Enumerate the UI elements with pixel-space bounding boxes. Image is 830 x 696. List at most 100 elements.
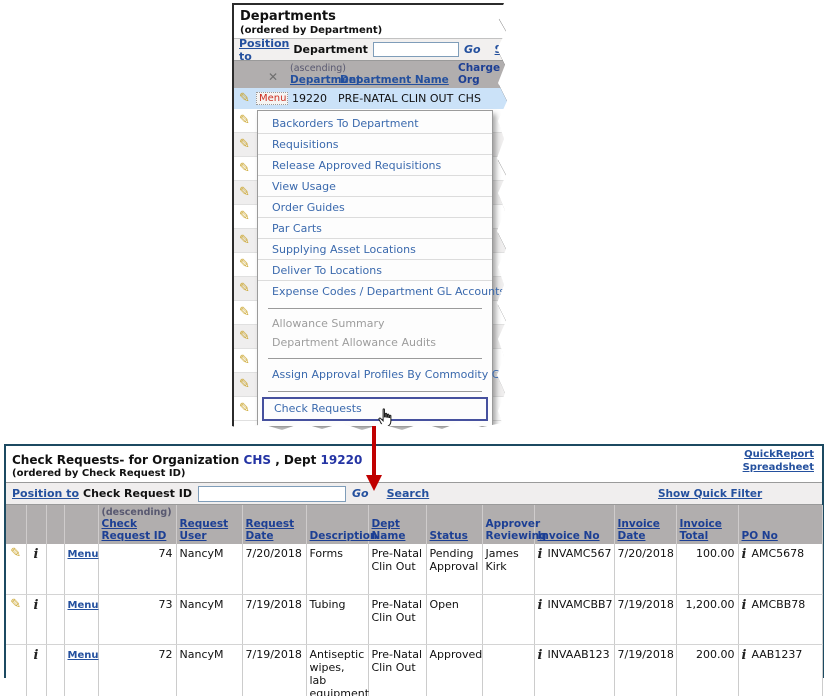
close-column-icon[interactable]: ✕ [268, 70, 278, 84]
row-menu-link[interactable]: Menu [68, 600, 99, 611]
department-context-menu: Backorders To Department Requisitions Re… [257, 110, 493, 427]
column-header-invoice-total[interactable]: Invoice Total [676, 505, 738, 544]
edit-pencil-icon[interactable]: ✎ [239, 114, 250, 127]
menu-item-order-guides[interactable]: Order Guides [258, 197, 492, 218]
info-icon[interactable]: i [538, 598, 543, 613]
position-to-link[interactable]: Position to [239, 37, 289, 63]
edit-pencil-icon[interactable]: ✎ [10, 597, 21, 612]
search-link[interactable]: Search [495, 43, 538, 56]
request-user-cell: NancyM [176, 544, 242, 594]
edit-pencil-icon[interactable]: ✎ [239, 186, 250, 199]
column-header-status[interactable]: Status [426, 505, 482, 544]
menu-item-release-approved-requisitions[interactable]: Release Approved Requisitions [258, 155, 492, 176]
show-quick-filter-link[interactable]: Show Quick Filter [658, 488, 762, 500]
selected-department-row[interactable]: ✎ Menu 19220 PRE-NATAL CLIN OUT CHS [234, 88, 513, 109]
edit-pencil-icon[interactable]: ✎ [239, 282, 250, 295]
column-header-department[interactable]: Department [290, 74, 340, 86]
sort-order-note: (ascending) [290, 63, 340, 74]
column-header-dept-name[interactable]: Dept Name [368, 505, 426, 544]
menu-cell[interactable]: Menu [64, 644, 98, 696]
info-icon[interactable]: i [538, 648, 543, 663]
edit-pencil-icon[interactable]: ✎ [239, 210, 250, 223]
invoice-no-cell: iINVAAB123 [534, 644, 614, 696]
edit-pencil-icon[interactable]: ✎ [10, 546, 21, 561]
info-icon[interactable]: i [742, 547, 747, 562]
info-icon[interactable]: i [34, 648, 39, 663]
menu-item-check-requests-label: Check Requests [274, 402, 362, 415]
menu-item-supplying-asset-locations[interactable]: Supplying Asset Locations [258, 239, 492, 260]
column-header-request-user[interactable]: Request User [176, 505, 242, 544]
po-no-header-link[interactable]: PO No [742, 530, 778, 542]
edit-pencil-icon[interactable]: ✎ [239, 162, 250, 175]
edit-pencil-icon[interactable]: ✎ [239, 402, 250, 415]
row-menu-link[interactable]: Menu [68, 650, 99, 661]
menu-item-department-allowance-audits: Department Allowance Audits [258, 333, 492, 352]
check-request-id-header-link[interactable]: Check Request ID [102, 518, 167, 542]
menu-item-backorders[interactable]: Backorders To Department [258, 113, 492, 134]
go-link[interactable]: Go [352, 487, 369, 500]
edit-pencil-icon[interactable]: ✎ [239, 138, 250, 151]
info-icon[interactable]: i [34, 547, 39, 562]
check-request-id-cell: 74 [98, 544, 176, 594]
check-request-id-input[interactable] [198, 486, 346, 502]
info-icon[interactable]: i [742, 598, 747, 613]
menu-cell[interactable]: Menu [64, 544, 98, 594]
edit-cell[interactable]: ✎ [6, 594, 26, 644]
request-date-cell: 7/20/2018 [242, 544, 306, 594]
position-to-input[interactable] [373, 42, 459, 57]
position-to-link[interactable]: Position to [12, 487, 79, 500]
menu-item-requisitions[interactable]: Requisitions [258, 134, 492, 155]
search-link[interactable]: Search [387, 487, 430, 500]
column-header-invoice-date[interactable]: Invoice Date [614, 505, 676, 544]
request-date-header-link[interactable]: Request Date [246, 518, 295, 542]
dept-name-header-link[interactable]: Dept Name [372, 518, 406, 542]
info-cell[interactable]: i [26, 594, 46, 644]
invoice-date-header-link[interactable]: Invoice Date [618, 518, 660, 542]
row-menu-link[interactable]: Menu [68, 549, 99, 560]
edit-pencil-icon[interactable]: ✎ [239, 354, 250, 367]
invoice-no-header-link[interactable]: Invoice No [538, 530, 600, 542]
departments-title: Departments [240, 9, 336, 24]
column-header-request-date[interactable]: Request Date [242, 505, 306, 544]
menu-item-assign-approval-profiles[interactable]: Assign Approval Profiles By Commodity Co… [258, 364, 492, 385]
column-header-po-no[interactable]: PO No [738, 505, 822, 544]
edit-pencil-icon[interactable]: ✎ [239, 330, 250, 343]
info-icon[interactable]: i [742, 648, 747, 663]
edit-cell[interactable]: ✎ [6, 544, 26, 594]
edit-pencil-icon[interactable]: ✎ [239, 234, 250, 247]
edit-pencil-icon[interactable]: ✎ [239, 92, 256, 105]
column-header-check-request-id[interactable]: (descending) Check Request ID [98, 505, 176, 544]
info-cell[interactable]: i [26, 644, 46, 696]
edit-column-header [234, 61, 256, 88]
column-header-department-name[interactable]: Department Name [340, 74, 458, 86]
table-row: i Menu 72 NancyM 7/19/2018 Antiseptic wi… [6, 644, 822, 696]
menu-item-view-usage[interactable]: View Usage [258, 176, 492, 197]
menu-item-deliver-to-locations[interactable]: Deliver To Locations [258, 260, 492, 281]
quickreport-link[interactable]: QuickReport [743, 448, 814, 461]
edit-pencil-icon[interactable]: ✎ [239, 258, 250, 271]
info-cell[interactable]: i [26, 544, 46, 594]
row-menu-button[interactable]: Menu [256, 92, 288, 105]
status-header-link[interactable]: Status [430, 530, 468, 542]
request-user-header-link[interactable]: Request User [180, 518, 229, 542]
edit-pencil-icon[interactable]: ✎ [239, 306, 250, 319]
check-request-id-cell: 73 [98, 594, 176, 644]
info-icon[interactable]: i [538, 547, 543, 562]
menu-item-par-carts[interactable]: Par Carts [258, 218, 492, 239]
menu-cell[interactable]: Menu [64, 594, 98, 644]
menu-item-check-requests[interactable]: Check Requests [262, 397, 488, 421]
menu-item-expense-codes[interactable]: Expense Codes / Department GL Accounts [258, 281, 492, 302]
invoice-total-header-link[interactable]: Invoice Total [680, 518, 722, 542]
status-cell: Approved [426, 644, 482, 696]
column-header-description[interactable]: Description [306, 505, 368, 544]
column-header-invoice-no[interactable]: Invoice No [534, 505, 614, 544]
request-user-cell: NancyM [176, 644, 242, 696]
description-cell: Tubing [306, 594, 368, 644]
info-icon[interactable]: i [34, 598, 39, 613]
spreadsheet-link[interactable]: Spreadsheet [743, 461, 814, 474]
go-link[interactable]: Go [464, 43, 481, 56]
title-dept-value: 19220 [321, 453, 363, 467]
description-header-link[interactable]: Description [310, 530, 378, 542]
department-number-cell: 19220 [288, 92, 338, 105]
edit-pencil-icon[interactable]: ✎ [239, 378, 250, 391]
